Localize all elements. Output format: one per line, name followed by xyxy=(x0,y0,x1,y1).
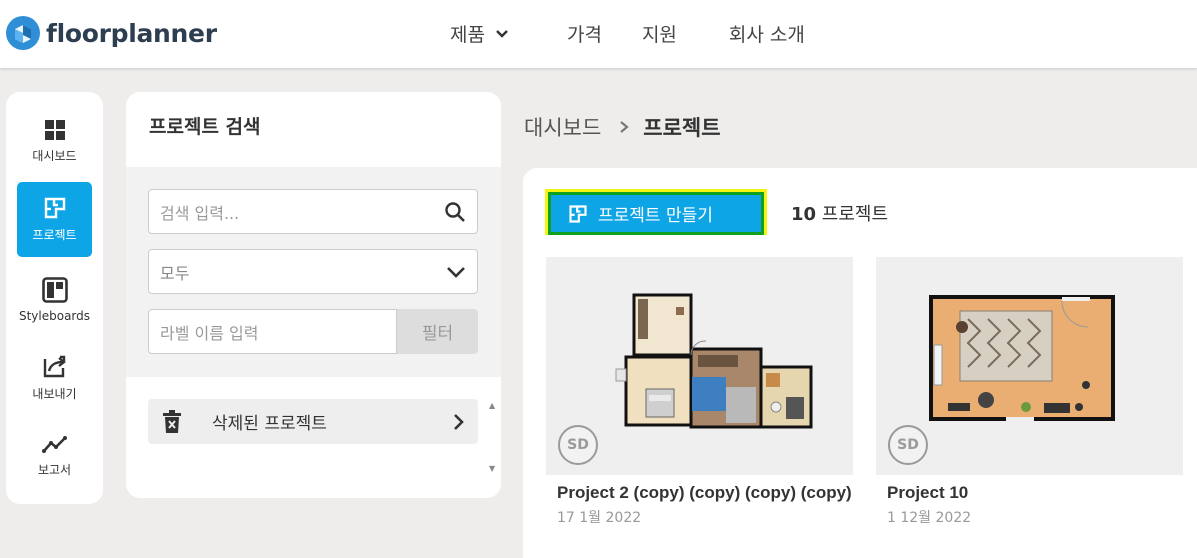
sidebar-item-reports[interactable]: 보고서 xyxy=(17,419,92,494)
project-card[interactable]: SD Project 2 (copy) (copy) (copy) (copy)… xyxy=(546,257,853,527)
trash-icon xyxy=(163,409,181,433)
chevron-down-icon xyxy=(496,29,508,38)
sidebar-item-export[interactable]: 내보내기 xyxy=(17,340,92,415)
project-date: 17 1월 2022 xyxy=(557,510,642,526)
project-count: 10 프로젝트 xyxy=(791,200,888,226)
search-icon[interactable] xyxy=(444,201,466,223)
sidebar-item-dashboard[interactable]: 대시보드 xyxy=(17,104,92,179)
project-count-label: 프로젝트 xyxy=(821,204,889,225)
nav-company[interactable]: 회사 소개 xyxy=(729,20,805,47)
label-placeholder: 라벨 이름 입력 xyxy=(160,323,259,343)
search-input[interactable]: 검색 입력... xyxy=(148,189,478,234)
scroll-down-arrow[interactable]: ▼ xyxy=(489,464,495,473)
user-avatar-badge: SD xyxy=(558,425,598,465)
floorplan-icon xyxy=(44,197,65,219)
project-search-panel: 프로젝트 검색 검색 입력... 모두 라벨 이름 입력 필터 삭제된 프로젝트… xyxy=(126,92,501,498)
top-navigation-bar: floorplanner 제품 가격 지원 회사 소개 xyxy=(0,0,1197,68)
create-project-highlight: 프로젝트 만들기 xyxy=(545,189,767,235)
deleted-projects-link[interactable]: 삭제된 프로젝트 xyxy=(148,399,478,444)
brand-name: floorplanner xyxy=(46,18,217,48)
project-name[interactable]: Project 2 (copy) (copy) (copy) (copy) xyxy=(557,483,853,503)
category-select[interactable]: 모두 xyxy=(148,249,478,294)
chevron-right-icon xyxy=(620,121,629,133)
select-value: 모두 xyxy=(160,263,190,283)
project-thumbnail[interactable]: SD xyxy=(876,257,1183,475)
sidebar-item-label: 내보내기 xyxy=(32,387,77,401)
report-chart-icon xyxy=(41,436,67,453)
panel-title: 프로젝트 검색 xyxy=(149,116,261,138)
filter-button[interactable]: 필터 xyxy=(397,309,478,354)
project-card[interactable]: SD Project 10 1 12월 2022 xyxy=(876,257,1183,527)
export-icon xyxy=(43,355,66,378)
nav-products[interactable]: 제품 xyxy=(450,20,509,47)
sidebar-item-label: 보고서 xyxy=(37,463,72,477)
left-sidebar: 대시보드 프로젝트 Styleboards 내보내기 보고서 xyxy=(6,92,103,504)
project-date: 1 12월 2022 xyxy=(887,510,972,526)
floorplanner-logo[interactable]: floorplanner xyxy=(6,14,217,52)
projects-panel: 프로젝트 만들기 10 프로젝트 SD Project 2 (copy) (co… xyxy=(523,168,1197,558)
sidebar-item-styleboards[interactable]: Styleboards xyxy=(17,262,92,337)
dashboard-grid-icon xyxy=(44,120,65,140)
sidebar-item-label: Styleboards xyxy=(18,308,91,323)
breadcrumb-dashboard[interactable]: 대시보드 xyxy=(524,112,601,142)
user-avatar-badge: SD xyxy=(888,425,928,465)
main-nav: 제품 가격 지원 회사 소개 xyxy=(450,20,805,47)
breadcrumb-current: 프로젝트 xyxy=(643,116,721,140)
sidebar-item-label: 프로젝트 xyxy=(32,228,77,242)
project-count-number: 10 xyxy=(791,204,817,225)
sidebar-item-label: 대시보드 xyxy=(32,149,77,163)
create-project-label: 프로젝트 만들기 xyxy=(598,206,713,226)
chevron-right-icon xyxy=(454,414,464,430)
create-project-button[interactable]: 프로젝트 만들기 xyxy=(548,192,764,235)
project-thumbnail[interactable]: SD xyxy=(546,257,853,475)
nav-support[interactable]: 지원 xyxy=(642,20,677,47)
scroll-up-arrow[interactable]: ▲ xyxy=(489,401,495,410)
project-name[interactable]: Project 10 xyxy=(887,483,1183,503)
floorplan-icon xyxy=(569,204,587,223)
styleboard-icon xyxy=(41,276,68,303)
breadcrumb: 대시보드 프로젝트 xyxy=(524,112,721,142)
nav-products-label: 제품 xyxy=(450,24,485,46)
deleted-projects-label: 삭제된 프로젝트 xyxy=(212,414,327,434)
logo-icon xyxy=(6,16,40,50)
chevron-down-icon xyxy=(447,267,465,278)
search-placeholder: 검색 입력... xyxy=(160,203,240,223)
nav-pricing[interactable]: 가격 xyxy=(567,20,602,47)
search-form: 검색 입력... 모두 라벨 이름 입력 필터 xyxy=(126,167,501,377)
sidebar-item-projects[interactable]: 프로젝트 xyxy=(17,182,92,257)
label-name-input[interactable]: 라벨 이름 입력 xyxy=(148,309,397,354)
